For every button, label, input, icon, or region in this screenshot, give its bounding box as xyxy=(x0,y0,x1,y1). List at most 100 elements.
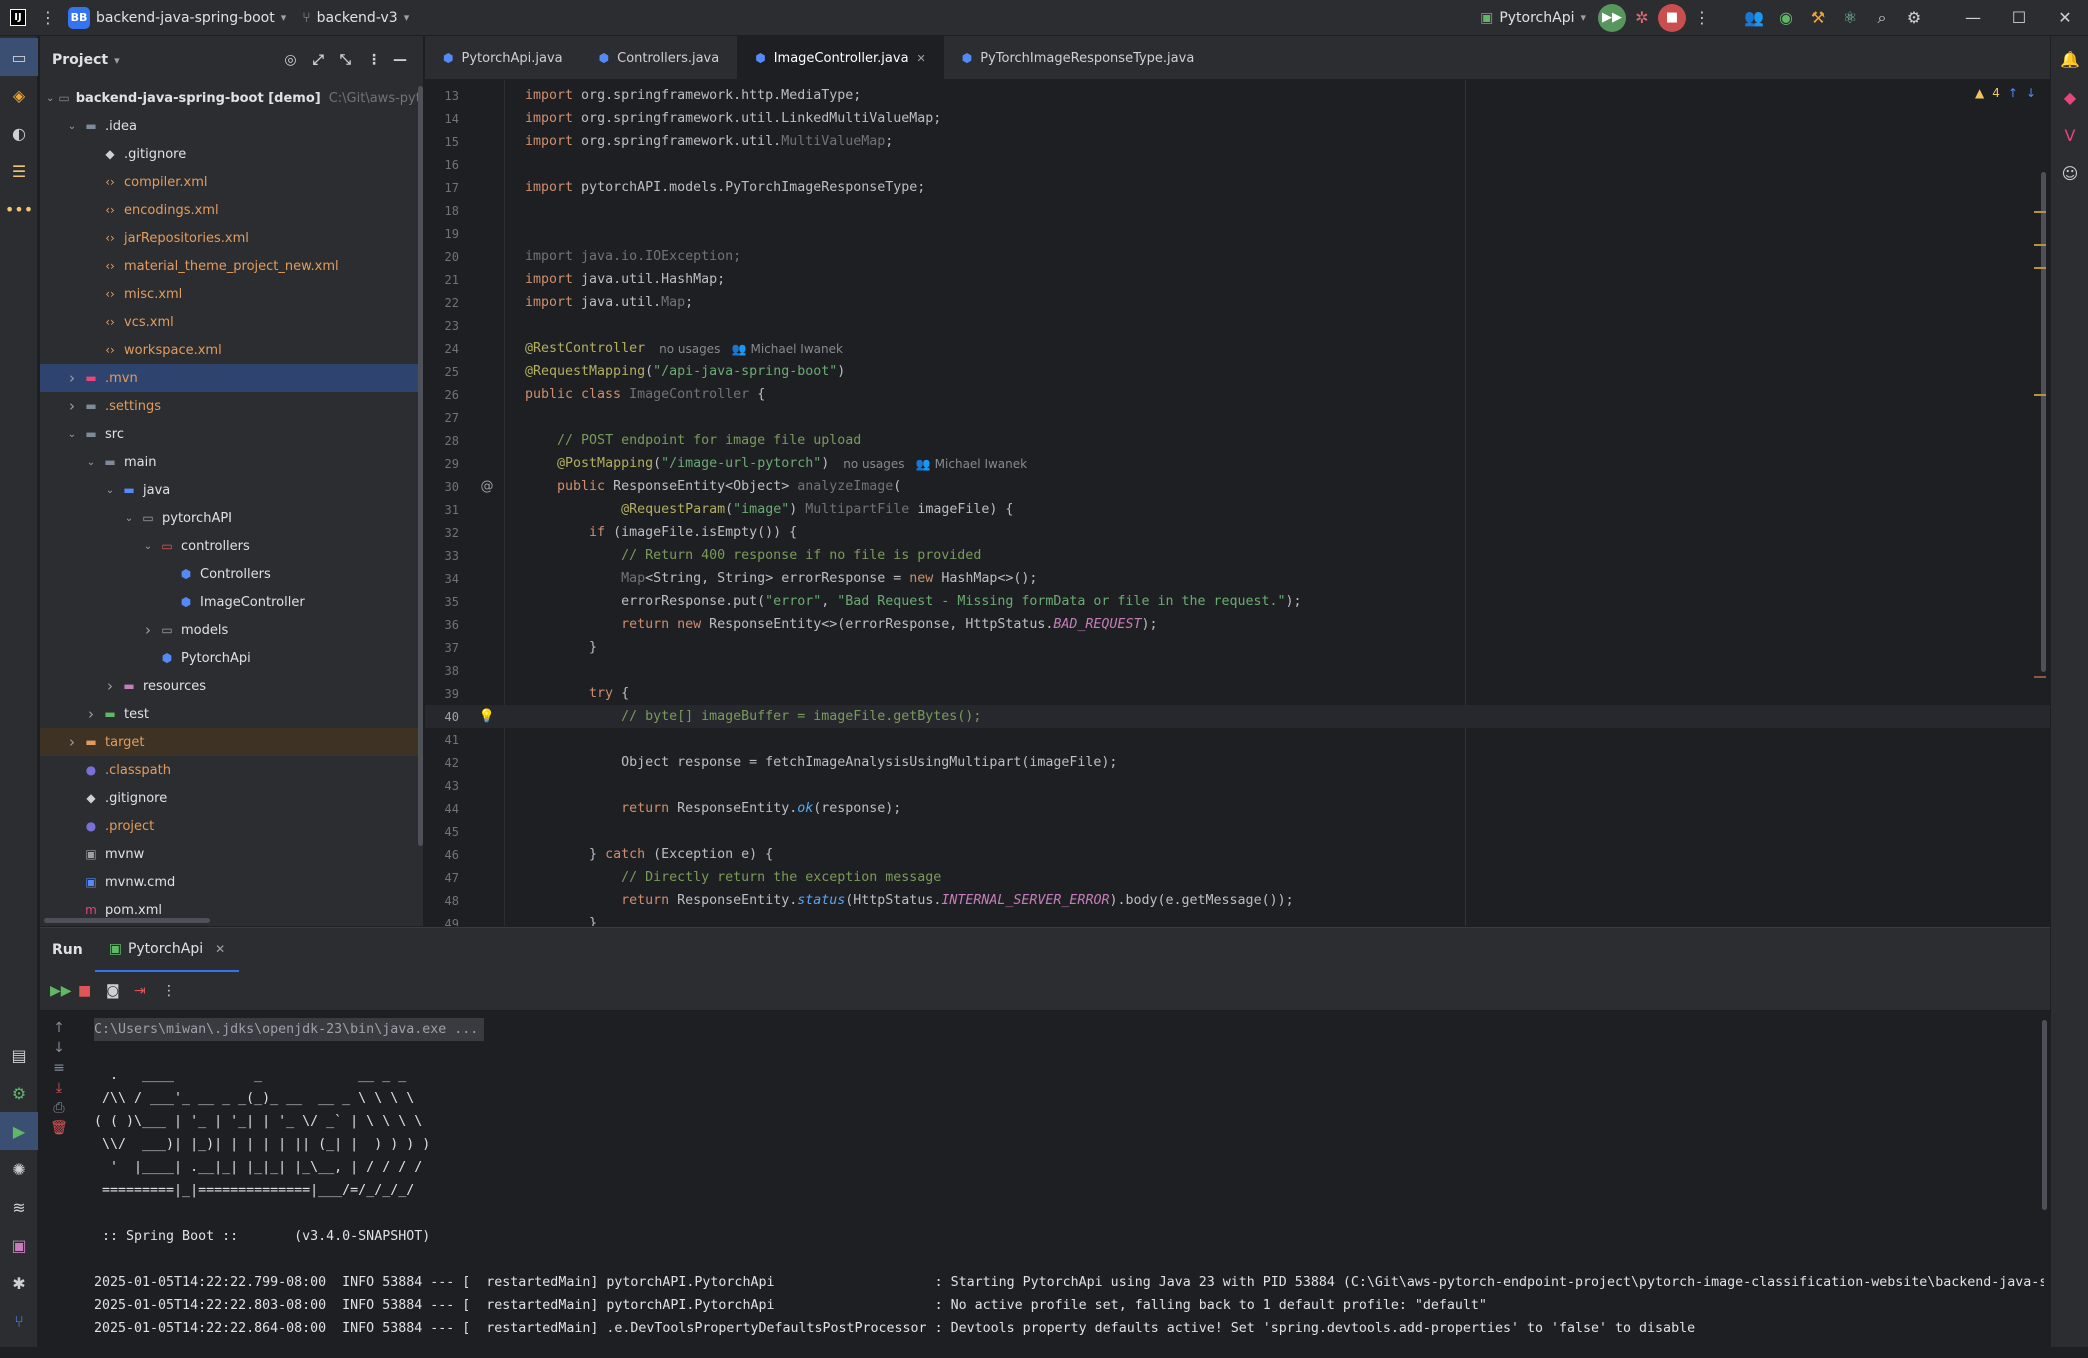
tree-item[interactable]: ⌄ ▭ backend-java-spring-boot [demo] C:\Git\… xyxy=(40,84,423,112)
plugin-icon[interactable]: ◆ xyxy=(2051,78,2088,116)
editor-tab[interactable]: ⬢ Controllers.java xyxy=(581,36,738,80)
close-icon[interactable]: ✕ xyxy=(2042,0,2088,36)
more-tools-icon[interactable]: ••• xyxy=(0,190,38,228)
tree-item[interactable]: ‹› misc.xml xyxy=(40,280,423,308)
screenshot-icon[interactable]: ◙ xyxy=(106,983,128,999)
tree-item[interactable]: ‹› jarRepositories.xml xyxy=(40,224,423,252)
chevron-down-icon[interactable]: ⌄ xyxy=(65,429,79,440)
tree-item[interactable]: ‹› workspace.xml xyxy=(40,336,423,364)
tree-item[interactable]: ⌄ ▬ .idea xyxy=(40,112,423,140)
tree-horizontal-scrollbar[interactable] xyxy=(44,918,210,923)
commit-icon[interactable]: ◈ xyxy=(0,76,38,114)
code-line[interactable]: 22 import java.util.Map; xyxy=(425,291,2050,314)
code-line[interactable]: 47 // Directly return the exception mess… xyxy=(425,866,2050,889)
tree-item[interactable]: ⌄ ▭ controllers xyxy=(40,532,423,560)
code-line[interactable]: 23 xyxy=(425,314,2050,337)
code-line[interactable]: 32 if (imageFile.isEmpty()) { xyxy=(425,521,2050,544)
main-menu-icon[interactable]: ⋮ xyxy=(36,0,60,36)
app-logo-icon[interactable]: IJ xyxy=(0,0,36,36)
code-line[interactable]: 30 @ public ResponseEntity<Object> analyz… xyxy=(425,475,2050,498)
code-line[interactable]: 38 xyxy=(425,659,2050,682)
maximize-icon[interactable]: ☐ xyxy=(1996,0,2042,36)
options-icon[interactable]: ⋮ xyxy=(367,52,381,68)
code-line[interactable]: 19 xyxy=(425,222,2050,245)
tree-item[interactable]: ● .project xyxy=(40,812,423,840)
rerun-icon[interactable]: ▶▶ xyxy=(50,983,72,999)
code-line[interactable]: 15 import org.springframework.util.MultiV… xyxy=(425,130,2050,153)
scroll-up-icon[interactable]: ↑ xyxy=(53,1020,65,1036)
code-line[interactable]: 35 errorResponse.put("error", "Bad Reque… xyxy=(425,590,2050,613)
code-line[interactable]: 16 xyxy=(425,153,2050,176)
arrow-down-icon[interactable]: ↓ xyxy=(2026,86,2036,100)
tree-item[interactable]: ‹› encodings.xml xyxy=(40,196,423,224)
terminal-icon[interactable]: ▣ xyxy=(0,1226,38,1264)
error-stripe-mark[interactable] xyxy=(2034,244,2046,246)
soft-wrap-icon[interactable]: ≡ xyxy=(53,1060,65,1076)
tree-item[interactable]: › ▬ test xyxy=(40,700,423,728)
usage-hint[interactable]: no usages 👥 Michael Iwanek xyxy=(659,342,843,356)
more-icon[interactable]: ⋮ xyxy=(162,983,184,999)
chevron-down-icon[interactable]: ⌄ xyxy=(122,513,136,524)
bookmarks-icon[interactable]: ▤ xyxy=(0,1036,38,1074)
code-line[interactable]: 25 @RequestMapping("/api-java-spring-boot… xyxy=(425,360,2050,383)
tree-item[interactable]: ▣ mvnw.cmd xyxy=(40,868,423,896)
code-line[interactable]: 49 } xyxy=(425,912,2050,926)
code-line[interactable]: 13 import org.springframework.http.MediaT… xyxy=(425,84,2050,107)
lightbulb-icon[interactable]: 💡 xyxy=(469,709,505,724)
expand-all-icon[interactable]: ⤢ xyxy=(313,52,324,68)
code-editor[interactable]: 13 import org.springframework.http.MediaT… xyxy=(425,80,2050,926)
inspection-widget[interactable]: ▲ 4 ↑ ↓ xyxy=(1975,86,2036,100)
tree-item[interactable]: › ▬ target xyxy=(40,728,423,756)
tree-item[interactable]: ● .classpath xyxy=(40,756,423,784)
code-line[interactable]: 29 @PostMapping("/image-url-pytorch") no … xyxy=(425,452,2050,475)
tree-item[interactable]: ⬢ ImageController xyxy=(40,588,423,616)
more-actions-icon[interactable]: ⋮ xyxy=(1686,0,1718,36)
tree-item[interactable]: › ▬ .mvn xyxy=(40,364,423,392)
scroll-to-end-icon[interactable]: ⤓ xyxy=(56,1080,62,1096)
tree-item[interactable]: ‹› material_theme_project_new.xml xyxy=(40,252,423,280)
arrow-up-icon[interactable]: ↑ xyxy=(2008,86,2018,100)
close-icon[interactable]: ✕ xyxy=(215,942,225,956)
chevron-down-icon[interactable]: ▾ xyxy=(114,54,120,67)
branch-selector[interactable]: ⑂ backend-v3 ▾ xyxy=(294,0,417,36)
chevron-down-icon[interactable]: ⌄ xyxy=(84,457,98,468)
tree-item[interactable]: › ▬ resources xyxy=(40,672,423,700)
editor-scrollbar[interactable] xyxy=(2041,172,2046,672)
code-line[interactable]: 45 xyxy=(425,820,2050,843)
debug-icon[interactable]: ✲ xyxy=(1626,0,1658,36)
tree-item[interactable]: ⬢ Controllers xyxy=(40,560,423,588)
collapse-all-icon[interactable]: ⤡ xyxy=(340,52,351,68)
chevron-right-icon[interactable]: › xyxy=(65,369,79,387)
tree-item[interactable]: ⬢ PytorchApi xyxy=(40,644,423,672)
code-line[interactable]: 33 // Return 400 response if no file is … xyxy=(425,544,2050,567)
code-line[interactable]: 43 xyxy=(425,774,2050,797)
stop-icon[interactable]: ■ xyxy=(78,983,100,999)
stop-button[interactable]: ■ xyxy=(1658,3,1686,32)
tree-item[interactable]: ◆ .gitignore xyxy=(40,784,423,812)
notifications-icon[interactable]: 🔔 xyxy=(2051,40,2088,78)
close-tab-icon[interactable]: ✕ xyxy=(917,52,926,65)
tree-item[interactable]: ⌄ ▬ java xyxy=(40,476,423,504)
chevron-down-icon[interactable]: ⌄ xyxy=(141,541,155,552)
status-icon[interactable]: ◉ xyxy=(1770,0,1802,36)
console-scrollbar[interactable] xyxy=(2042,1020,2047,1210)
error-stripe-mark[interactable] xyxy=(2034,211,2046,213)
chevron-down-icon[interactable]: ⌄ xyxy=(46,93,54,104)
tree-item[interactable]: ▣ mvnw xyxy=(40,840,423,868)
code-line[interactable]: 46 } catch (Exception e) { xyxy=(425,843,2050,866)
code-line[interactable]: 26 public class ImageController { xyxy=(425,383,2050,406)
usage-hint[interactable]: no usages 👥 Michael Iwanek xyxy=(843,457,1027,471)
code-line[interactable]: 37 } xyxy=(425,636,2050,659)
console-output[interactable]: C:\Users\miwan\.jdks\openjdk-23\bin\java… xyxy=(94,1018,2044,1348)
copilot-icon[interactable]: ☺ xyxy=(2051,154,2088,192)
run-tool-icon[interactable]: ▶ xyxy=(0,1112,38,1150)
tree-item[interactable]: ⌄ ▬ src xyxy=(40,420,423,448)
spring-icon[interactable]: ✺ xyxy=(0,1150,38,1188)
chevron-right-icon[interactable]: › xyxy=(65,397,79,415)
project-panel-title[interactable]: Project xyxy=(52,52,108,68)
code-line[interactable]: 42 Object response = fetchImageAnalysisU… xyxy=(425,751,2050,774)
exit-icon[interactable]: ⇥ xyxy=(134,983,156,999)
chevron-down-icon[interactable]: ⌄ xyxy=(65,121,79,132)
layers-icon[interactable]: ≋ xyxy=(0,1188,38,1226)
endpoint-gutter-icon[interactable]: @ xyxy=(469,479,505,494)
